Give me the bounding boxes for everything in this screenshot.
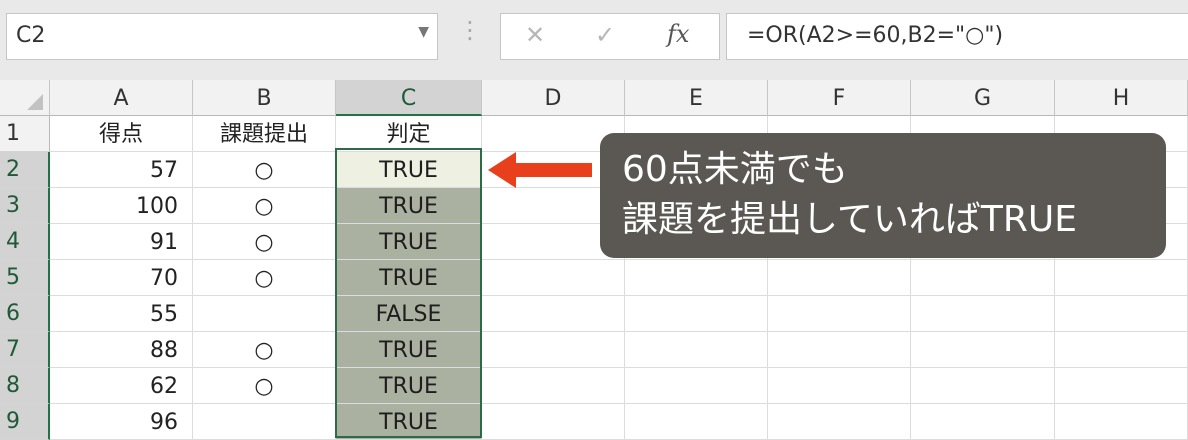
cell-h7[interactable] [1055, 332, 1188, 368]
name-box-value: C2 [16, 23, 46, 48]
cell-e5[interactable] [625, 260, 768, 296]
callout-line-2: 課題を提出していればTRUE [622, 199, 1078, 240]
cell-a4[interactable]: 91 [50, 224, 193, 260]
cell-g9[interactable] [911, 404, 1055, 440]
cell-h6[interactable] [1055, 296, 1188, 332]
cell-c4[interactable]: TRUE [336, 224, 482, 260]
row-header-2[interactable]: 2 [0, 152, 50, 188]
formula-bar: C2 ▼ ⋮ ✕ ✓ fx =OR(A2>=60,B2="○") [0, 0, 1188, 80]
cell-d7[interactable] [482, 332, 625, 368]
select-all-button[interactable] [0, 80, 50, 116]
row-header-9[interactable]: 9 [0, 404, 50, 440]
cell-b7[interactable]: ○ [193, 332, 336, 368]
callout-line-1: 60点未満でも [622, 149, 848, 190]
cell-g6[interactable] [911, 296, 1055, 332]
cell-b2[interactable]: ○ [193, 152, 336, 188]
row-header-7[interactable]: 7 [0, 332, 50, 368]
cell-a8[interactable]: 62 [50, 368, 193, 404]
cell-e9[interactable] [625, 404, 768, 440]
row-header-4[interactable]: 4 [0, 224, 50, 260]
cell-a6[interactable]: 55 [50, 296, 193, 332]
cell-h9[interactable] [1055, 404, 1188, 440]
row-header-5[interactable]: 5 [0, 260, 50, 296]
select-all-icon [27, 94, 43, 110]
cell-c1[interactable]: 判定 [336, 116, 482, 152]
cell-a2[interactable]: 57 [50, 152, 193, 188]
column-header-f[interactable]: F [768, 80, 911, 116]
cell-d6[interactable] [482, 296, 625, 332]
cell-c8[interactable]: TRUE [336, 368, 482, 404]
cell-e7[interactable] [625, 332, 768, 368]
row-header-3[interactable]: 3 [0, 188, 50, 224]
cell-a3[interactable]: 100 [50, 188, 193, 224]
annotation-callout: 60点未満でも 課題を提出していればTRUE [600, 133, 1166, 258]
cell-f9[interactable] [768, 404, 911, 440]
formula-text: =OR(A2>=60,B2="○") [747, 23, 1004, 48]
arrow-shape [488, 152, 592, 188]
column-header-d[interactable]: D [482, 80, 625, 116]
cell-b1[interactable]: 課題提出 [193, 116, 336, 152]
cell-b4[interactable]: ○ [193, 224, 336, 260]
cell-c6[interactable]: FALSE [336, 296, 482, 332]
column-header-c[interactable]: C [336, 80, 482, 116]
chevron-down-icon[interactable]: ▼ [418, 24, 429, 40]
cell-a1[interactable]: 得点 [50, 116, 193, 152]
cell-c9[interactable]: TRUE [336, 404, 482, 440]
column-header-b[interactable]: B [193, 80, 336, 116]
row-header-6[interactable]: 6 [0, 296, 50, 332]
cell-g7[interactable] [911, 332, 1055, 368]
cell-d5[interactable] [482, 260, 625, 296]
column-header-e[interactable]: E [625, 80, 768, 116]
cell-c5[interactable]: TRUE [336, 260, 482, 296]
column-header-a[interactable]: A [50, 80, 193, 116]
cell-d8[interactable] [482, 368, 625, 404]
drag-handle-icon[interactable]: ⋮ [458, 16, 482, 44]
cell-b9[interactable] [193, 404, 336, 440]
cell-d9[interactable] [482, 404, 625, 440]
cell-b5[interactable]: ○ [193, 260, 336, 296]
cell-c2[interactable]: TRUE [336, 152, 482, 188]
cell-f5[interactable] [768, 260, 911, 296]
cell-h5[interactable] [1055, 260, 1188, 296]
cell-b3[interactable]: ○ [193, 188, 336, 224]
cell-e8[interactable] [625, 368, 768, 404]
cell-c7[interactable]: TRUE [336, 332, 482, 368]
cell-b8[interactable]: ○ [193, 368, 336, 404]
cell-a7[interactable]: 88 [50, 332, 193, 368]
cell-g5[interactable] [911, 260, 1055, 296]
formula-buttons: ✕ ✓ fx [500, 13, 720, 60]
name-box[interactable]: C2 ▼ [6, 13, 438, 60]
cell-a5[interactable]: 70 [50, 260, 193, 296]
arrow-left-icon [488, 152, 592, 188]
cell-b6[interactable] [193, 296, 336, 332]
formula-input[interactable]: =OR(A2>=60,B2="○") [726, 13, 1188, 60]
column-header-g[interactable]: G [911, 80, 1055, 116]
cell-h8[interactable] [1055, 368, 1188, 404]
column-header-h[interactable]: H [1055, 80, 1188, 116]
cell-c3[interactable]: TRUE [336, 188, 482, 224]
cancel-icon[interactable]: ✕ [525, 21, 545, 49]
cell-f7[interactable] [768, 332, 911, 368]
row-header-8[interactable]: 8 [0, 368, 50, 404]
cell-a9[interactable]: 96 [50, 404, 193, 440]
enter-icon[interactable]: ✓ [595, 21, 615, 49]
cell-e6[interactable] [625, 296, 768, 332]
cell-g8[interactable] [911, 368, 1055, 404]
insert-function-icon[interactable]: fx [667, 20, 689, 48]
cell-f8[interactable] [768, 368, 911, 404]
cell-f6[interactable] [768, 296, 911, 332]
row-header-1[interactable]: 1 [0, 116, 50, 152]
